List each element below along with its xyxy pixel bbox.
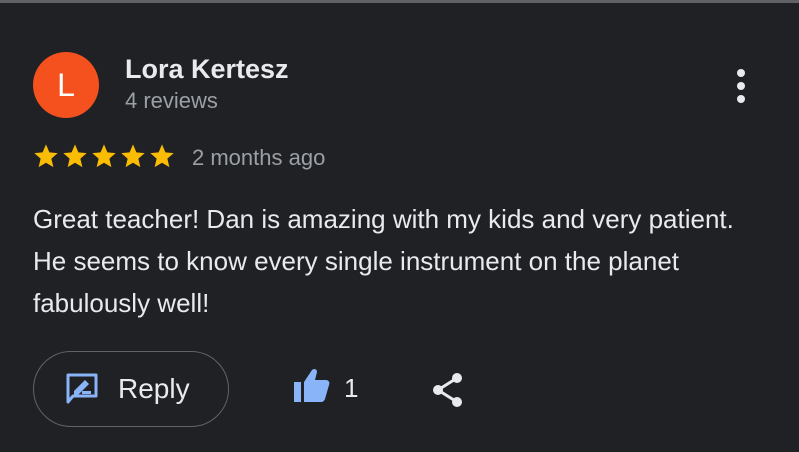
- like-count: 1: [344, 373, 359, 403]
- review-date: 2 months ago: [192, 145, 326, 170]
- star-rating: [32, 142, 176, 170]
- reply-edit-icon: [66, 373, 98, 404]
- star-icon: [34, 144, 58, 168]
- more-vert-icon[interactable]: [725, 66, 757, 106]
- avatar-initial: L: [57, 66, 75, 103]
- review-count: 4 reviews: [125, 88, 218, 113]
- top-divider: [0, 0, 799, 3]
- reply-label: Reply: [118, 373, 190, 404]
- reply-button[interactable]: Reply: [33, 351, 229, 427]
- share-icon[interactable]: [430, 370, 466, 410]
- review-text: Great teacher! Dan is amazing with my ki…: [33, 204, 734, 318]
- author-name[interactable]: Lora Kertesz: [125, 54, 289, 85]
- star-icon: [150, 144, 174, 168]
- avatar[interactable]: L: [33, 52, 99, 118]
- star-icon: [63, 144, 87, 168]
- star-icon: [92, 144, 116, 168]
- star-icon: [121, 144, 145, 168]
- thumb-up-icon[interactable]: [292, 366, 332, 406]
